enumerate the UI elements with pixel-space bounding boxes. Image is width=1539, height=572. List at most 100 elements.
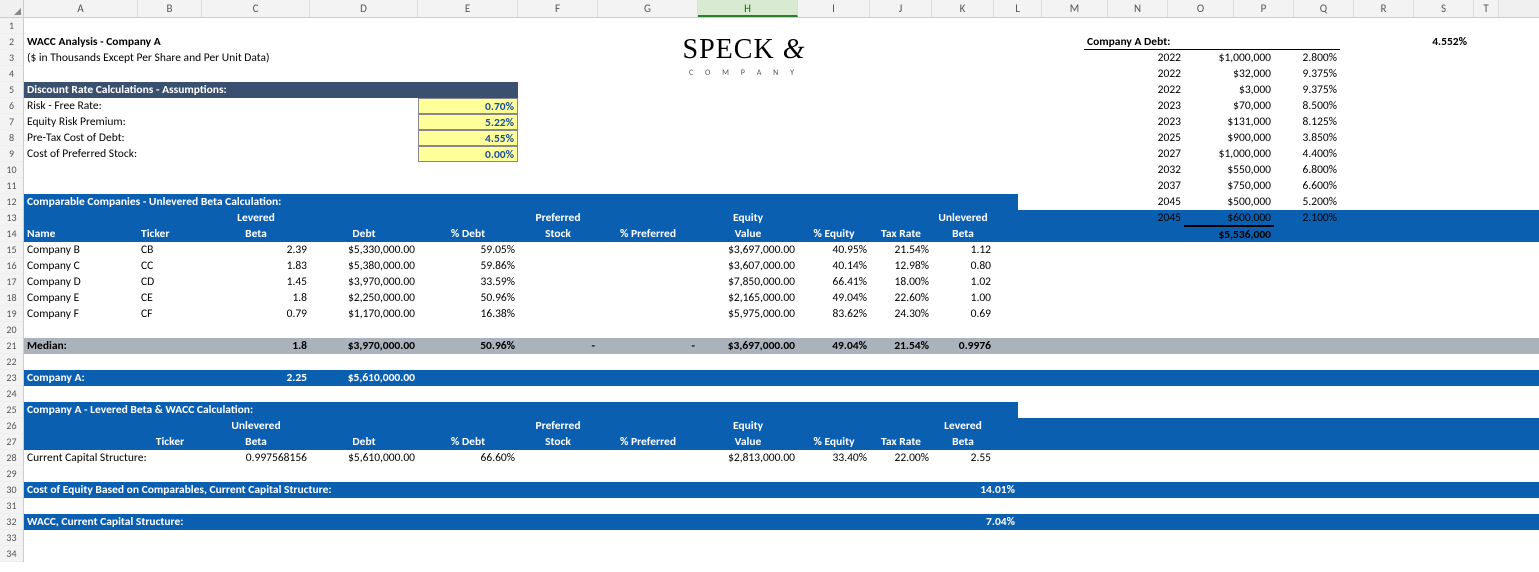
- row-header-14[interactable]: 14: [0, 226, 23, 242]
- debt-total: $5,536,000: [1184, 226, 1274, 242]
- col-header-N[interactable]: N: [1108, 0, 1168, 17]
- assumptions-header: Discount Rate Calculations - Assumptions…: [24, 82, 518, 98]
- assumption-label: Pre-Tax Cost of Debt:: [24, 130, 418, 146]
- wacc-header-top: Unlevered Preferred Equity Levered: [24, 418, 1539, 434]
- table-row: Company FCF0.79$1,170,000.0016.38%$5,975…: [24, 306, 1539, 322]
- row-header-8[interactable]: 8: [0, 130, 23, 146]
- row-header-18[interactable]: 18: [0, 290, 23, 306]
- page-title: WACC Analysis - Company A: [24, 34, 424, 50]
- grid-body[interactable]: SPECK & C O M P A N Y WACC Analysis - Co…: [24, 18, 1539, 562]
- debt-header: Company A Debt:: [1084, 34, 1274, 50]
- row-header-25[interactable]: 25: [0, 402, 23, 418]
- col-header-F[interactable]: F: [518, 0, 598, 17]
- col-header-H[interactable]: H: [698, 0, 798, 17]
- assumption-label: Risk - Free Rate:: [24, 98, 418, 114]
- row-number-gutter: 1234567891011121314151617181920212223242…: [0, 18, 24, 562]
- assumption-value[interactable]: 5.22%: [418, 114, 518, 130]
- row-header-12[interactable]: 12: [0, 194, 23, 210]
- col-preferred: Preferred: [518, 210, 598, 226]
- row-header-19[interactable]: 19: [0, 306, 23, 322]
- table-row: 2032$550,0006.800%: [1084, 162, 1484, 178]
- col-header-O[interactable]: O: [1168, 0, 1234, 17]
- table-row: 2025$900,0003.850%: [1084, 130, 1484, 146]
- col-header-A[interactable]: A: [24, 0, 138, 17]
- wacc-result-row: WACC, Current Capital Structure: 7.04%: [24, 514, 1539, 530]
- assumption-value[interactable]: 0.00%: [418, 146, 518, 162]
- row-header-29[interactable]: 29: [0, 466, 23, 482]
- row-header-7[interactable]: 7: [0, 114, 23, 130]
- row-header-6[interactable]: 6: [0, 98, 23, 114]
- row-header-15[interactable]: 15: [0, 242, 23, 258]
- wacc-header: Company A - Levered Beta & WACC Calculat…: [24, 402, 1018, 418]
- company-logo: SPECK & C O M P A N Y: [664, 34, 824, 78]
- row-header-21[interactable]: 21: [0, 338, 23, 354]
- row-header-11[interactable]: 11: [0, 178, 23, 194]
- col-header-C[interactable]: C: [202, 0, 310, 17]
- row-header-17[interactable]: 17: [0, 274, 23, 290]
- col-header-J[interactable]: J: [870, 0, 932, 17]
- row-header-5[interactable]: 5: [0, 82, 23, 98]
- median-row: Median: 1.8 $3,970,000.00 50.96% - - $3,…: [24, 338, 1539, 354]
- logo-subtext: C O M P A N Y: [664, 68, 824, 78]
- table-row: 2022$32,0009.375%: [1084, 66, 1484, 82]
- row-header-3[interactable]: 3: [0, 50, 23, 66]
- comps-header: Comparable Companies - Unlevered Beta Ca…: [24, 194, 1018, 210]
- debt-table: Company A Debt: 4.552% 2022$1,000,0002.8…: [1084, 34, 1484, 242]
- row-header-23[interactable]: 23: [0, 370, 23, 386]
- table-row: Company ECE1.8$2,250,000.0050.96%$2,165,…: [24, 290, 1539, 306]
- row-header-30[interactable]: 30: [0, 482, 23, 498]
- col-header-K[interactable]: K: [932, 0, 994, 17]
- select-all-corner[interactable]: [0, 0, 24, 17]
- row-header-33[interactable]: 33: [0, 530, 23, 546]
- assumption-label: Cost of Preferred Stock:: [24, 146, 418, 162]
- table-row: Company BCB2.39$5,330,000.0059.05%$3,697…: [24, 242, 1539, 258]
- row-header-28[interactable]: 28: [0, 450, 23, 466]
- table-row: Company CCC1.83$5,380,000.0059.86%$3,607…: [24, 258, 1539, 274]
- col-header-D[interactable]: D: [310, 0, 418, 17]
- table-row: 2023$131,0008.125%: [1084, 114, 1484, 130]
- assumption-value[interactable]: 0.70%: [418, 98, 518, 114]
- row-header-27[interactable]: 27: [0, 434, 23, 450]
- row-header-10[interactable]: 10: [0, 162, 23, 178]
- assumption-value[interactable]: 4.55%: [418, 130, 518, 146]
- table-row: 2027$1,000,0004.400%: [1084, 146, 1484, 162]
- spreadsheet: ABCDEFGHIJKLMNOPQRST 1234567891011121314…: [0, 0, 1539, 572]
- row-header-34[interactable]: 34: [0, 546, 23, 562]
- logo-text: SPECK: [683, 34, 775, 65]
- row-header-32[interactable]: 32: [0, 514, 23, 530]
- row-header-20[interactable]: 20: [0, 322, 23, 338]
- column-header-row: ABCDEFGHIJKLMNOPQRST: [0, 0, 1539, 18]
- col-header-G[interactable]: G: [598, 0, 698, 17]
- row-header-13[interactable]: 13: [0, 210, 23, 226]
- col-header-P[interactable]: P: [1234, 0, 1294, 17]
- col-header-T[interactable]: T: [1474, 0, 1499, 17]
- assumption-label: Equity Risk Premium:: [24, 114, 418, 130]
- col-header-Q[interactable]: Q: [1294, 0, 1354, 17]
- table-row: 2023$70,0008.500%: [1084, 98, 1484, 114]
- col-header-M[interactable]: M: [1042, 0, 1108, 17]
- col-equity: Equity: [698, 210, 798, 226]
- wacc-header-cols: Ticker Beta Debt % Debt Stock % Preferre…: [24, 434, 1539, 450]
- table-row: 2022$3,0009.375%: [1084, 82, 1484, 98]
- row-header-4[interactable]: 4: [0, 66, 23, 82]
- table-row: 2022$1,000,0002.800%: [1084, 50, 1484, 66]
- col-header-E[interactable]: E: [418, 0, 518, 17]
- col-header-S[interactable]: S: [1414, 0, 1474, 17]
- logo-ampersand: &: [783, 34, 806, 65]
- row-header-2[interactable]: 2: [0, 34, 23, 50]
- row-header-26[interactable]: 26: [0, 418, 23, 434]
- table-row: 2045$500,0005.200%: [1084, 194, 1484, 210]
- row-header-9[interactable]: 9: [0, 146, 23, 162]
- row-header-22[interactable]: 22: [0, 354, 23, 370]
- col-header-L[interactable]: L: [994, 0, 1042, 17]
- row-header-16[interactable]: 16: [0, 258, 23, 274]
- row-header-31[interactable]: 31: [0, 498, 23, 514]
- col-header-R[interactable]: R: [1354, 0, 1414, 17]
- col-unlevered: Unlevered: [932, 210, 994, 226]
- col-levered: Levered: [202, 210, 310, 226]
- row-header-24[interactable]: 24: [0, 386, 23, 402]
- table-row: Company DCD1.45$3,970,000.0033.59%$7,850…: [24, 274, 1539, 290]
- col-header-I[interactable]: I: [798, 0, 870, 17]
- row-header-1[interactable]: 1: [0, 18, 23, 34]
- col-header-B[interactable]: B: [138, 0, 202, 17]
